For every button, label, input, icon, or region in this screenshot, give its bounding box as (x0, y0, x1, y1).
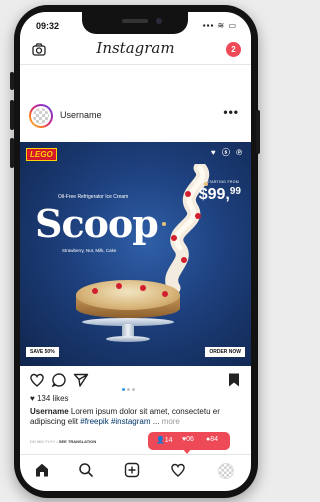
app-logo: Instagram (96, 39, 175, 57)
followers-notification: 👤14 (156, 436, 173, 444)
price-main: $99, (198, 186, 230, 203)
phone-volume-button (10, 138, 14, 168)
notch (82, 12, 188, 34)
person-icon: 👤 (156, 437, 165, 444)
likes-count-text: 134 likes (36, 394, 69, 403)
price: $99,99 (199, 186, 241, 204)
comment-icon[interactable] (51, 372, 67, 388)
home-icon[interactable] (34, 462, 50, 478)
activity-heart-icon[interactable] (170, 462, 186, 478)
order-now-button[interactable]: ORDER NOW (205, 347, 245, 357)
cake-stand-base (106, 336, 150, 342)
share-icon[interactable] (73, 372, 89, 388)
profile-avatar-tab[interactable] (218, 463, 234, 479)
strawberry-decoration (116, 283, 122, 289)
strawberry-decoration (140, 285, 146, 291)
ad-title: Scoop (35, 201, 159, 246)
post-actions (20, 372, 251, 392)
post-meta: DD MM YYYY • SEE TRANSLATION (30, 439, 97, 444)
carousel-dots (122, 378, 137, 396)
avatar[interactable] (29, 104, 53, 128)
hashtag-link[interactable]: #instagram (111, 417, 151, 426)
notification-badge[interactable]: 2 (226, 42, 241, 57)
brand-logo: LEGO (26, 148, 57, 161)
add-post-icon[interactable] (124, 462, 140, 478)
likes-notification-count: 06 (186, 436, 194, 443)
save-badge: SAVE 50% (26, 347, 59, 357)
price-label: PRICE STARTING FROM (192, 180, 239, 184)
strawberry-decoration (162, 291, 168, 297)
status-time: 09:32 (36, 21, 60, 31)
post-caption: Username Lorem ipsum dolor sit amet, con… (30, 407, 245, 427)
activity-notification-pill[interactable]: 👤14 ♥06 ●84 (148, 432, 230, 454)
post-date: DD MM YYYY (30, 439, 56, 444)
caption-ellipsis: ... (150, 417, 162, 426)
search-icon[interactable] (78, 462, 94, 478)
post-header: Username ••• (20, 104, 251, 132)
caption-more-link[interactable]: more (162, 417, 180, 426)
ad-flavors: Strawberry, Nut, Milk, Cake (62, 248, 117, 253)
bookmark-icon[interactable] (226, 372, 242, 388)
status-icons: ▪▪▪ ≋ ▭ (202, 21, 237, 30)
likes-count[interactable]: ♥ 134 likes (30, 394, 69, 403)
phone-side-button (10, 72, 14, 90)
strawberry-decoration (92, 288, 98, 294)
likes-notification: ♥06 (182, 436, 194, 443)
phone-power-button (256, 110, 260, 154)
see-translation-link[interactable]: SEE TRANSLATION (59, 439, 96, 444)
followers-count: 14 (164, 437, 173, 444)
phone-volume-button (10, 100, 14, 130)
post-username[interactable]: Username (60, 110, 102, 120)
comments-notification: ●84 (206, 436, 218, 443)
caption-username[interactable]: Username (30, 407, 69, 416)
social-icons: ♥ ⓢ ℗ (210, 148, 244, 157)
hashtag-link[interactable]: #freepik (80, 417, 108, 426)
price-cents: 99 (229, 186, 241, 197)
more-options-icon[interactable]: ••• (223, 105, 239, 119)
post-image[interactable]: LEGO ♥ ⓢ ℗ PRICE STARTING FROM $99,99 Oi… (20, 142, 251, 366)
phone-screen: 09:32 ▪▪▪ ≋ ▭ Instagram 2 Username ••• L… (20, 12, 251, 491)
top-bar: Instagram 2 (20, 36, 251, 65)
heart-icon[interactable] (29, 372, 45, 388)
bottom-tab-bar (20, 454, 251, 485)
comments-count: 84 (210, 436, 219, 443)
ad-subtitle: Oil-Free Refrigerator Ice Cream (58, 194, 129, 200)
